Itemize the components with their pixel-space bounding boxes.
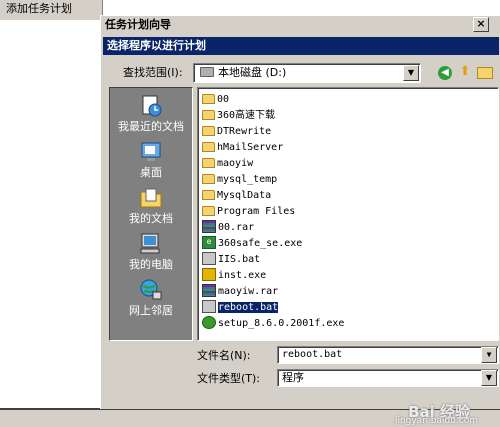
file-list-item[interactable]: maoyiw bbox=[202, 156, 253, 171]
up-folder-icon: ⬆ bbox=[459, 64, 471, 79]
desktop-icon bbox=[141, 142, 161, 161]
file-name: MysqlData bbox=[217, 190, 272, 201]
file-name: Program Files bbox=[217, 206, 296, 217]
file-name: setup_8.6.0.2001f.exe bbox=[218, 318, 345, 329]
place-my-documents[interactable]: 我的文档 bbox=[110, 186, 192, 226]
my-documents-icon bbox=[140, 188, 162, 208]
dialog-subtitle: 选择程序以进行计划 bbox=[107, 39, 206, 52]
file-name: inst.exe bbox=[218, 270, 267, 281]
file-type-dropdown[interactable]: 程序 ▼ bbox=[277, 369, 499, 387]
file-list-item[interactable]: hMailServer bbox=[202, 140, 283, 155]
network-icon bbox=[140, 279, 162, 300]
folder-icon bbox=[202, 206, 215, 216]
file-name-label: 文件名(N): bbox=[197, 349, 251, 362]
file-list-item[interactable]: IIS.bat bbox=[202, 251, 261, 267]
file-list-item[interactable]: 360高速下载 bbox=[202, 108, 275, 123]
file-list-item[interactable]: setup_8.6.0.2001f.exe bbox=[202, 315, 345, 331]
batch-file-icon bbox=[202, 251, 216, 265]
file-name: 00 bbox=[217, 94, 230, 105]
folder-icon bbox=[202, 110, 215, 120]
file-name: 00.rar bbox=[218, 222, 255, 233]
my-computer-icon bbox=[140, 233, 160, 254]
file-list-item[interactable]: maoyiw.rar bbox=[202, 283, 279, 299]
file-name: mysql_temp bbox=[217, 174, 278, 185]
file-list[interactable]: 00 360高速下载 DTRewrite hMailServer maoyiw mysql… bbox=[197, 87, 499, 341]
rar-archive-icon bbox=[202, 283, 216, 297]
folder-icon bbox=[202, 174, 215, 184]
installer-icon bbox=[202, 267, 216, 281]
place-network[interactable]: 网上邻居 bbox=[110, 278, 192, 318]
new-folder-button[interactable] bbox=[476, 63, 494, 81]
back-button[interactable]: ◀ bbox=[436, 63, 454, 81]
place-label: 我的电脑 bbox=[129, 258, 173, 271]
file-list-item[interactable]: MysqlData bbox=[202, 188, 271, 203]
file-list-item[interactable]: DTRewrite bbox=[202, 124, 271, 139]
task-scheduler-wizard-dialog: 任务计划向导 × 选择程序以进行计划 查找范围(I): 本地磁盘 (D:) ▼ … bbox=[100, 15, 500, 409]
look-in-dropdown[interactable]: 本地磁盘 (D:) ▼ bbox=[193, 63, 421, 83]
file-name: 360高速下载 bbox=[217, 110, 276, 121]
close-button[interactable]: × bbox=[473, 17, 489, 32]
place-label: 桌面 bbox=[140, 166, 162, 179]
file-type-value: 程序 bbox=[282, 371, 304, 384]
file-name-input[interactable]: reboot.bat ▼ bbox=[277, 346, 499, 364]
place-label: 网上邻居 bbox=[129, 304, 173, 317]
place-label: 我的文档 bbox=[129, 212, 173, 225]
look-in-label: 查找范围(I): bbox=[123, 66, 183, 79]
chevron-down-icon[interactable]: ▼ bbox=[481, 370, 497, 386]
file-list-item[interactable]: mysql_temp bbox=[202, 172, 277, 187]
batch-file-icon bbox=[202, 299, 216, 313]
file-name: maoyiw.rar bbox=[218, 286, 279, 297]
background-content bbox=[0, 20, 100, 408]
folder-icon bbox=[202, 158, 215, 168]
folder-icon bbox=[202, 142, 215, 152]
place-label: 我最近的文档 bbox=[118, 120, 184, 133]
watermark-url: jingyan.baidu.com bbox=[394, 416, 478, 426]
chevron-down-icon[interactable]: ▼ bbox=[481, 347, 497, 363]
file-type-label: 文件类型(T): bbox=[197, 372, 261, 385]
file-name: 360safe_se.exe bbox=[218, 238, 303, 249]
file-name-value: reboot.bat bbox=[282, 349, 343, 360]
place-recent-documents[interactable]: 我最近的文档 bbox=[110, 94, 192, 134]
new-folder-icon bbox=[477, 67, 493, 79]
setup-icon bbox=[202, 315, 216, 329]
places-bar: 我最近的文档 桌面 我的文档 我的电脑 网上邻居 bbox=[109, 87, 193, 341]
file-name: reboot.bat bbox=[216, 301, 280, 314]
file-name: maoyiw bbox=[217, 158, 254, 169]
file-list-item[interactable]: 00.rar bbox=[202, 219, 255, 235]
chevron-down-icon[interactable]: ▼ bbox=[403, 65, 419, 81]
folder-icon bbox=[202, 94, 215, 104]
background-window-title: 添加任务计划 bbox=[0, 0, 103, 19]
exe-file-icon: e bbox=[202, 235, 216, 249]
dialog-title: 任务计划向导 bbox=[105, 18, 171, 31]
file-list-item[interactable]: reboot.bat bbox=[202, 299, 280, 315]
recent-documents-icon bbox=[142, 95, 162, 117]
dialog-subtitle-bar: 选择程序以进行计划 bbox=[103, 37, 499, 55]
file-list-item[interactable]: e 360safe_se.exe bbox=[202, 235, 303, 251]
drive-icon bbox=[200, 67, 214, 77]
file-list-item[interactable]: Program Files bbox=[202, 204, 295, 219]
dialog-titlebar[interactable]: 任务计划向导 × bbox=[101, 16, 500, 34]
up-folder-button[interactable]: ⬆ bbox=[456, 63, 474, 81]
place-desktop[interactable]: 桌面 bbox=[110, 140, 192, 180]
folder-icon bbox=[202, 126, 215, 136]
file-list-item[interactable]: 00 bbox=[202, 92, 229, 107]
file-name: IIS.bat bbox=[218, 254, 261, 265]
back-icon: ◀ bbox=[438, 66, 452, 80]
file-name: DTRewrite bbox=[217, 126, 272, 137]
file-name: hMailServer bbox=[217, 142, 284, 153]
rar-archive-icon bbox=[202, 219, 216, 233]
place-my-computer[interactable]: 我的电脑 bbox=[110, 232, 192, 272]
file-list-item[interactable]: inst.exe bbox=[202, 267, 267, 283]
look-in-value: 本地磁盘 (D:) bbox=[218, 66, 287, 79]
folder-icon bbox=[202, 190, 215, 200]
